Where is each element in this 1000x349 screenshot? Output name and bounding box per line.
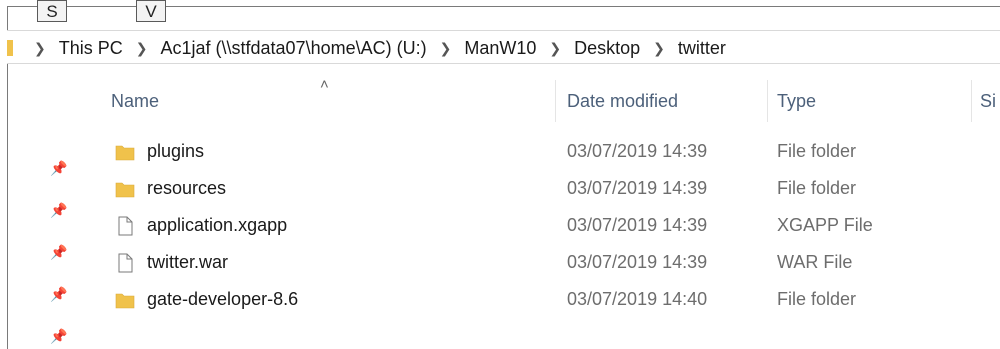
column-divider[interactable]: [767, 80, 768, 122]
keytip-v: V: [136, 0, 166, 22]
breadcrumb-drive[interactable]: Ac1jaf (\\stfdata07\home\AC) (U:): [160, 38, 426, 59]
breadcrumb: ❯ This PC ❯ Ac1jaf (\\stfdata07\home\AC)…: [27, 31, 726, 65]
file-type: File folder: [777, 178, 857, 198]
chevron-right-icon[interactable]: ❯: [34, 40, 46, 57]
breadcrumb-manw10[interactable]: ManW10: [464, 38, 536, 59]
pin-icon[interactable]: 📌: [50, 328, 67, 345]
file-row[interactable]: twitter.war 03/07/2019 14:39 WAR File: [0, 245, 1000, 282]
breadcrumb-this-pc[interactable]: This PC: [59, 38, 123, 59]
file-date: 03/07/2019 14:39: [567, 252, 708, 272]
folder-icon: [7, 40, 13, 56]
column-header-size[interactable]: Si: [980, 80, 1000, 122]
file-icon: [118, 216, 133, 236]
file-type: XGAPP File: [777, 215, 873, 235]
chevron-right-icon[interactable]: ❯: [549, 40, 561, 57]
column-header-type[interactable]: Type: [777, 80, 957, 122]
file-row[interactable]: resources 03/07/2019 14:39 File folder: [0, 171, 1000, 208]
file-name: resources: [147, 178, 227, 198]
keytip-s: S: [37, 0, 67, 22]
file-row[interactable]: plugins 03/07/2019 14:39 File folder: [0, 134, 1000, 171]
breadcrumb-twitter[interactable]: twitter: [678, 38, 726, 59]
chevron-right-icon[interactable]: ❯: [440, 40, 452, 57]
column-header-name[interactable]: Name: [111, 80, 541, 122]
file-name: application.xgapp: [147, 215, 288, 235]
column-header-bar: ˄ Name Date modified Type Si: [7, 76, 1000, 122]
file-name: plugins: [147, 141, 205, 161]
file-type: File folder: [777, 289, 857, 309]
breadcrumb-desktop[interactable]: Desktop: [574, 38, 640, 59]
file-name: twitter.war: [147, 252, 229, 272]
file-row[interactable]: gate-developer-8.6 03/07/2019 14:40 File…: [0, 282, 1000, 319]
column-header-date-modified[interactable]: Date modified: [567, 80, 757, 122]
folder-icon: [115, 293, 135, 309]
folder-icon: [115, 182, 135, 198]
column-divider[interactable]: [555, 80, 556, 122]
chevron-right-icon[interactable]: ❯: [653, 40, 665, 57]
file-date: 03/07/2019 14:39: [567, 178, 708, 198]
file-date: 03/07/2019 14:39: [567, 215, 708, 235]
folder-icon: [115, 145, 135, 161]
address-bar[interactable]: ❯ This PC ❯ Ac1jaf (\\stfdata07\home\AC)…: [7, 30, 1000, 64]
column-divider[interactable]: [971, 80, 972, 122]
file-date: 03/07/2019 14:40: [567, 289, 708, 309]
file-name: gate-developer-8.6: [147, 289, 299, 309]
file-type: WAR File: [777, 252, 853, 272]
file-icon: [118, 253, 133, 273]
file-type: File folder: [777, 141, 857, 161]
file-row[interactable]: application.xgapp 03/07/2019 14:39 XGAPP…: [0, 208, 1000, 245]
file-date: 03/07/2019 14:39: [567, 141, 708, 161]
chevron-right-icon[interactable]: ❯: [136, 40, 148, 57]
